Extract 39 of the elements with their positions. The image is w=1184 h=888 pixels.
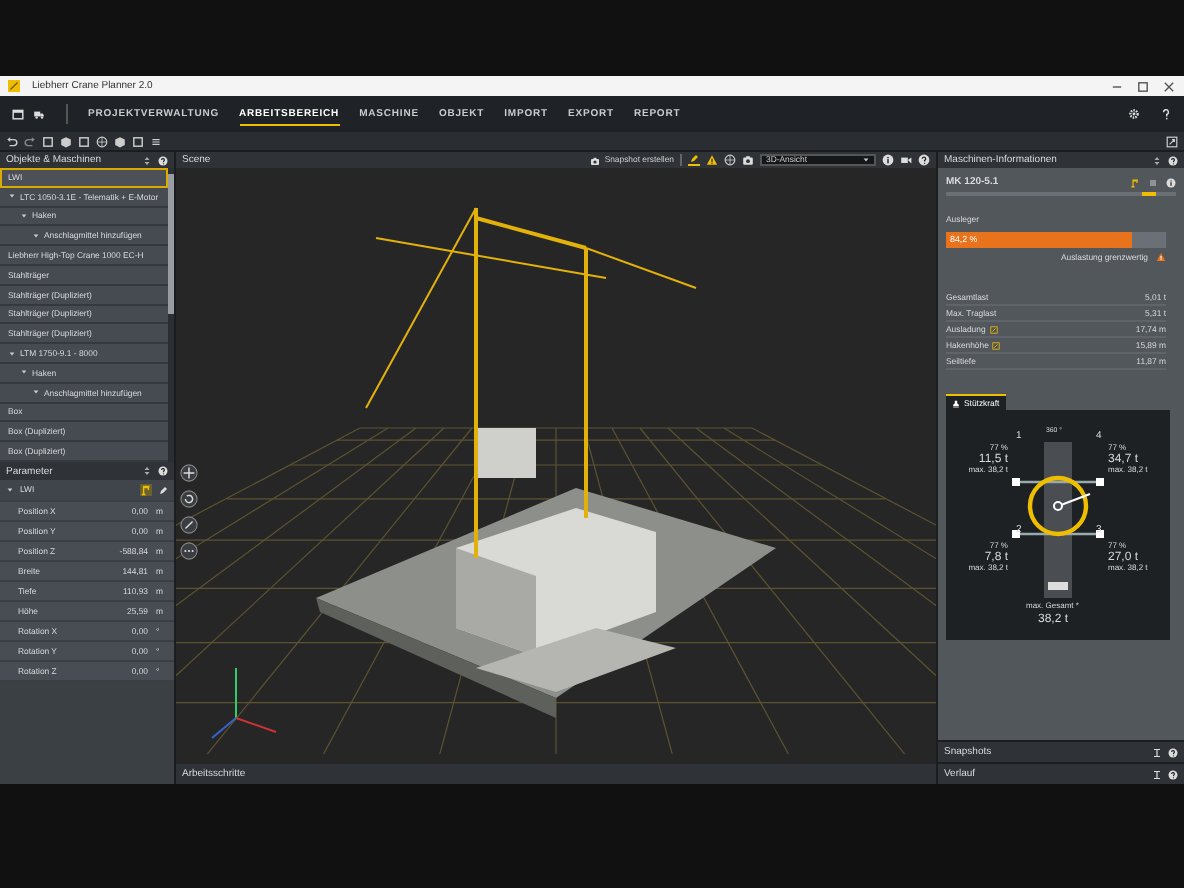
sort-icon[interactable] [142, 466, 152, 476]
help-icon[interactable] [1168, 769, 1178, 779]
move-icon[interactable] [180, 464, 198, 482]
square-icon[interactable] [42, 135, 54, 147]
split-icon[interactable] [1152, 747, 1162, 757]
help-icon[interactable] [1168, 155, 1178, 165]
help-icon[interactable] [1168, 747, 1178, 757]
pencil-icon[interactable] [688, 154, 700, 166]
video-icon[interactable] [900, 154, 912, 166]
warning-icon [1156, 252, 1166, 263]
info-icon[interactable] [882, 154, 894, 166]
close-icon[interactable] [1162, 79, 1176, 93]
crane-icon[interactable] [1130, 177, 1140, 187]
info-icon[interactable] [1166, 177, 1176, 187]
pencil-icon[interactable] [158, 485, 168, 495]
caret-icon [862, 156, 870, 164]
expand-icon[interactable] [1166, 135, 1178, 147]
help-icon[interactable] [158, 155, 168, 165]
warning-icon[interactable] [706, 154, 718, 166]
scrollbar-thumb[interactable] [168, 174, 174, 314]
split-icon[interactable] [1152, 769, 1162, 779]
rotate-icon[interactable] [180, 490, 198, 508]
settings-icon[interactable] [1128, 108, 1140, 120]
camera-icon[interactable] [742, 154, 754, 166]
app-logo-icon [8, 80, 20, 92]
help-icon[interactable] [158, 466, 168, 476]
truck-icon[interactable] [32, 108, 46, 120]
square-icon[interactable] [132, 135, 144, 147]
redo-icon[interactable] [24, 135, 36, 147]
help-icon[interactable] [918, 154, 930, 166]
measure-icon[interactable] [180, 516, 198, 534]
undo-icon[interactable] [6, 135, 18, 147]
more-icon[interactable] [180, 542, 198, 560]
maximize-icon[interactable] [1136, 79, 1150, 93]
collapse-caret-icon[interactable] [6, 486, 14, 494]
calendar-icon[interactable] [12, 108, 24, 120]
square-icon[interactable] [78, 135, 90, 147]
scrollbar[interactable] [168, 168, 174, 462]
crane-icon[interactable] [140, 484, 152, 496]
